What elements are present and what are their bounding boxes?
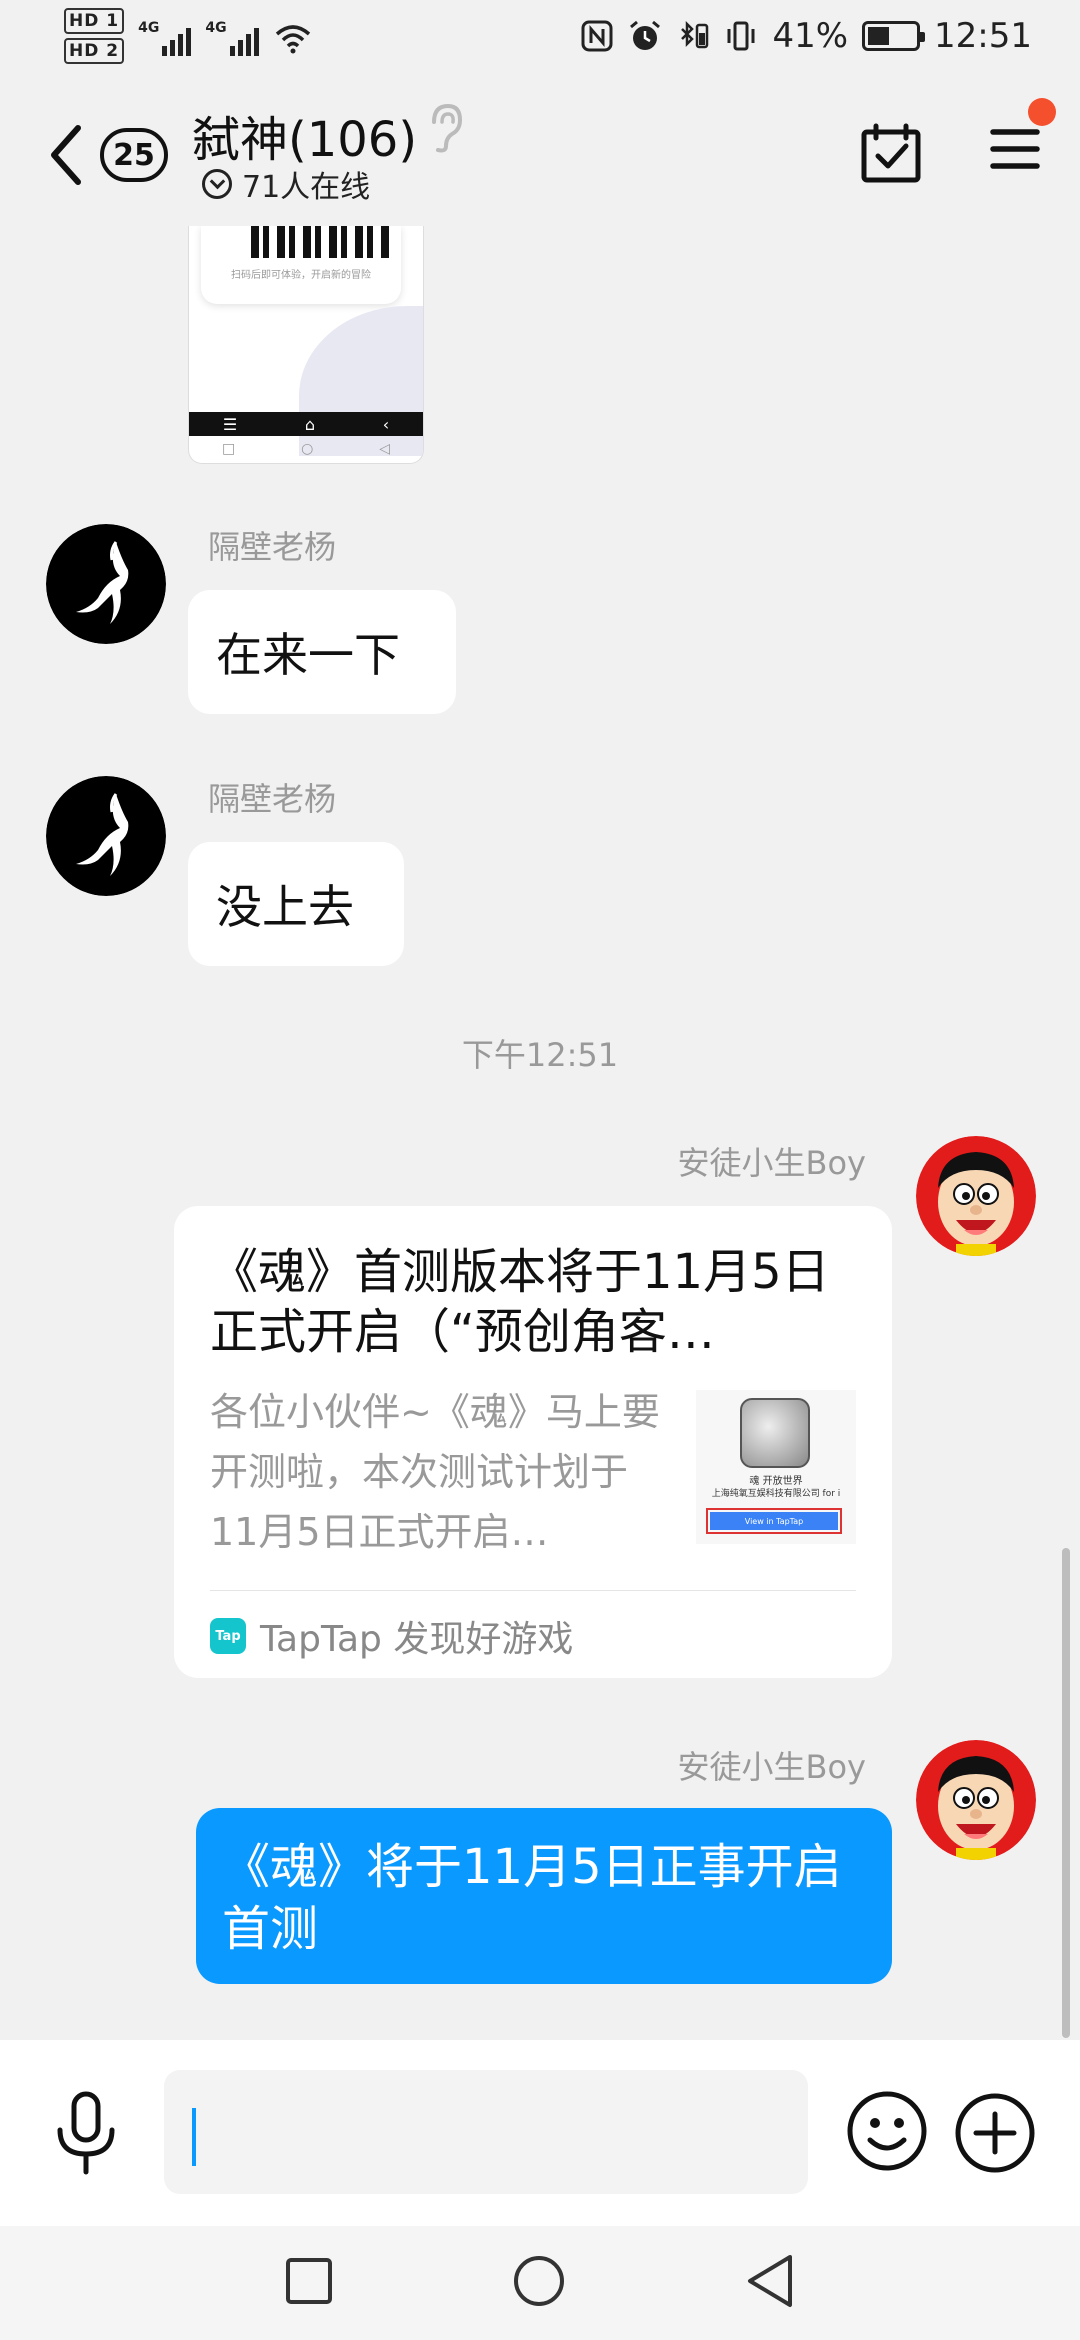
screenshot-navbar: ☰ ⌂ ‹	[189, 412, 423, 436]
card-title: 《魂》首测版本将于11月5日正式开启（“预创角客…	[210, 1244, 830, 1360]
online-count: 71人在线	[242, 170, 371, 205]
clock: 12:51	[934, 16, 1032, 56]
thumbnail-company: 上海纯氧互娱科技有限公司 for i	[711, 1489, 841, 1499]
screenshot-navbar-2: □ ○ ◁	[221, 441, 391, 457]
ear-icon[interactable]	[424, 102, 464, 154]
thumbnail-title: 魂 开放世界	[749, 1476, 803, 1487]
cartoon-boy-avatar-icon	[916, 1740, 1036, 1860]
qr-card: 扫码后即可体验，开启新的冒险	[201, 226, 401, 304]
cartoon-boy-avatar-icon	[916, 1136, 1036, 1256]
card-source-label: TapTap 发现好游戏	[260, 1619, 574, 1660]
sender-name: 安徒小生Boy	[677, 1748, 866, 1786]
emoji-icon[interactable]	[846, 2090, 928, 2172]
thumbnail-button-label: View in TapTap	[710, 1512, 838, 1530]
system-nav-bar	[0, 2226, 1080, 2340]
timestamp: 下午12:51	[461, 1036, 619, 1074]
status-bar: HD 1 HD 2 4G 4G 41% 12:51	[0, 0, 1080, 80]
message-bubble[interactable]: 没上去	[188, 842, 404, 966]
recents-square-icon[interactable]	[284, 2256, 334, 2306]
notification-dot	[1028, 98, 1056, 126]
unread-count-badge[interactable]: 25	[100, 128, 168, 182]
sim-indicators: HD 1 HD 2	[64, 8, 125, 64]
taptap-logo-icon: Tap	[210, 1618, 246, 1654]
avatar[interactable]	[46, 524, 166, 644]
shared-image-message[interactable]: 扫码后即可体验，开启新的冒险 ☰ ⌂ ‹ □ ○ ◁	[188, 226, 424, 464]
back-icon[interactable]	[46, 122, 86, 188]
battery-icon	[862, 21, 926, 51]
group-name[interactable]: 弑神(106)	[192, 100, 417, 170]
plus-icon[interactable]	[954, 2092, 1036, 2174]
qr-code-image	[251, 226, 391, 258]
chat-header: 25 弑神(106) 71人在线	[0, 80, 1080, 220]
card-thumbnail: 魂 开放世界 上海纯氧互娱科技有限公司 for i View in TapTap	[696, 1390, 856, 1544]
sender-name: 安徒小生Boy	[677, 1144, 866, 1182]
bluetooth-battery-icon	[681, 20, 709, 49]
link-share-card[interactable]: 《魂》首测版本将于11月5日正式开启（“预创角客… 各位小伙伴~《魂》马上要开测…	[174, 1206, 892, 1678]
mic-icon[interactable]	[54, 2090, 118, 2176]
message-input[interactable]	[164, 2070, 808, 2194]
card-description: 各位小伙伴~《魂》马上要开测啦，本次测试计划于11月5日正式开启…	[210, 1390, 660, 1554]
message-bubble[interactable]: 在来一下	[188, 590, 456, 714]
alarm-icon	[630, 20, 661, 50]
thumbnail-button: View in TapTap	[706, 1508, 842, 1534]
home-circle-icon[interactable]	[512, 2254, 566, 2308]
own-message-bubble[interactable]: 《魂》将于11月5日正事开启首测	[196, 1808, 892, 1984]
avatar[interactable]	[916, 1740, 1036, 1860]
input-bar	[0, 2040, 1080, 2226]
nfc-icon	[581, 20, 613, 52]
sim1-label: HD 1	[64, 8, 125, 34]
back-triangle-icon[interactable]	[744, 2252, 796, 2310]
signal-icon-2: 4G	[205, 16, 259, 56]
avatar[interactable]	[46, 776, 166, 896]
avatar[interactable]	[916, 1136, 1036, 1256]
sender-name: 隔壁老杨	[208, 780, 337, 818]
avatar-silhouette-icon	[46, 524, 166, 644]
menu-icon[interactable]	[990, 124, 1040, 174]
scrollbar[interactable]	[1062, 1548, 1070, 2038]
sim2-label: HD 2	[64, 38, 125, 64]
divider	[210, 1590, 856, 1591]
sender-name: 隔壁老杨	[208, 528, 337, 566]
battery-percent: 41%	[772, 16, 849, 56]
game-logo-icon	[740, 1398, 810, 1468]
vibrate-icon	[727, 21, 755, 51]
avatar-silhouette-icon	[46, 776, 166, 896]
qr-caption: 扫码后即可体验，开启新的冒险	[231, 270, 371, 281]
text-caret	[192, 2108, 196, 2166]
wifi-icon	[275, 25, 310, 54]
status-left: HD 1 HD 2 4G 4G	[64, 8, 313, 64]
network-type-2: 4G	[205, 20, 227, 36]
calendar-check-icon[interactable]	[860, 122, 922, 184]
chevron-down-circle-icon	[202, 169, 232, 199]
signal-icon-1: 4G	[138, 16, 192, 56]
card-source: Tap TapTap 发现好游戏	[210, 1610, 573, 1662]
status-right: 41% 12:51	[580, 16, 1032, 56]
network-type-1: 4G	[138, 20, 160, 36]
online-status[interactable]: 71人在线	[202, 162, 370, 206]
